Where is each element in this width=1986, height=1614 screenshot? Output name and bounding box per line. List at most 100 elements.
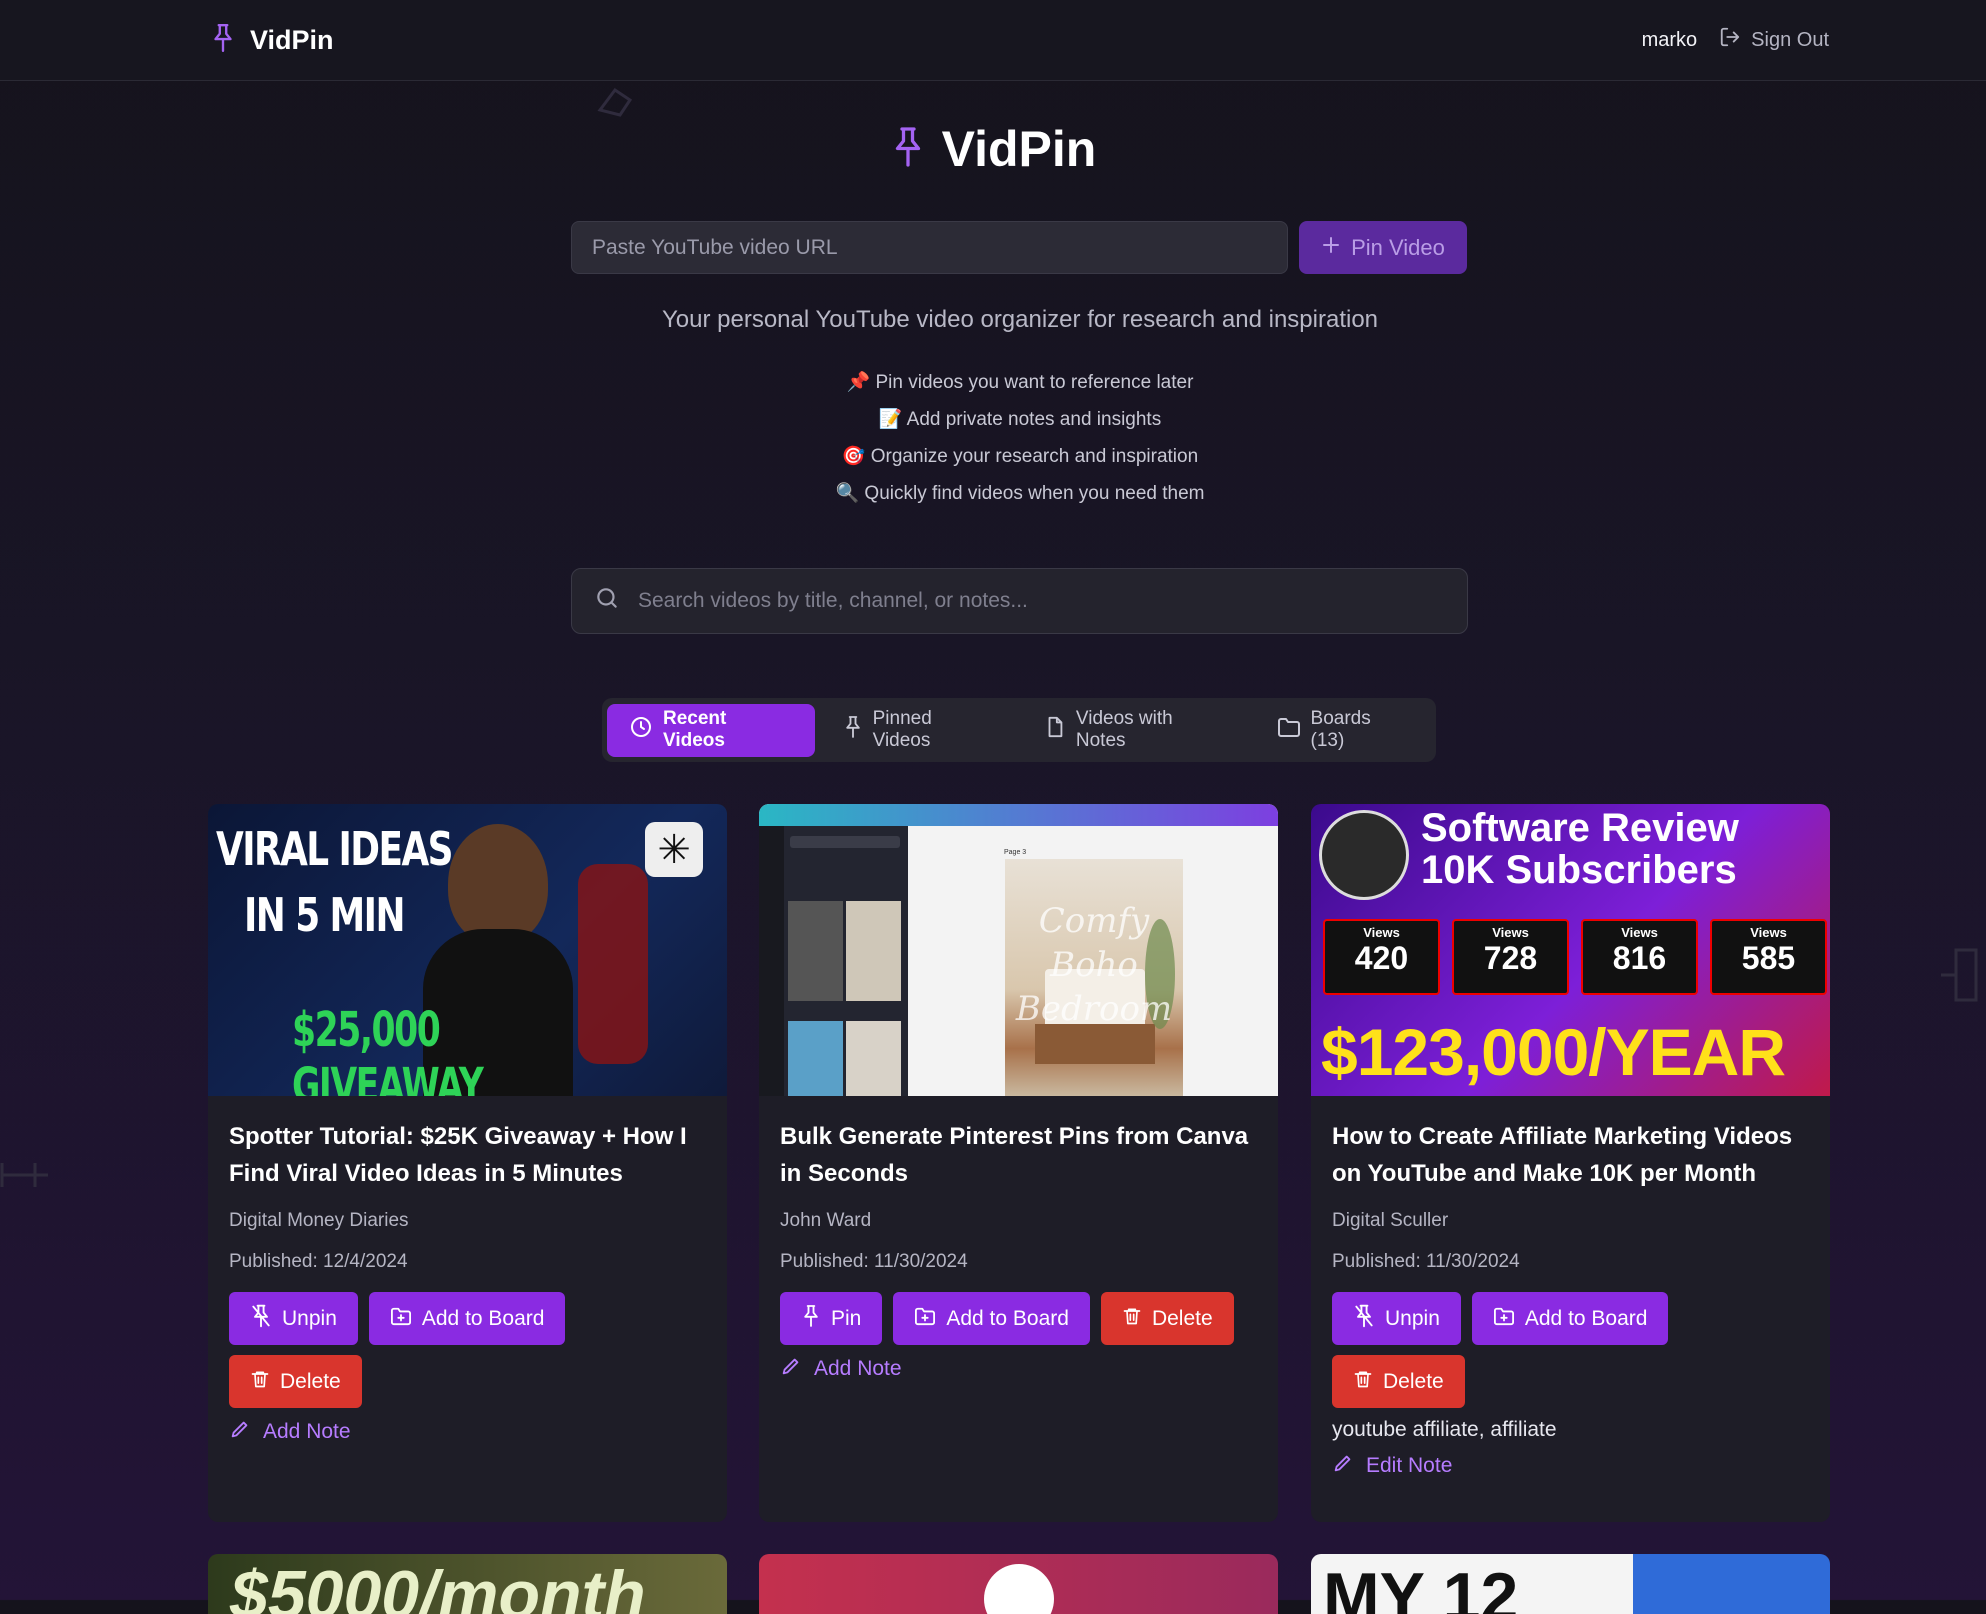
add-note-button[interactable]: Add Note: [780, 1355, 1257, 1383]
pinterest-logo-icon: [984, 1564, 1054, 1614]
brand-logo[interactable]: VidPin: [210, 23, 334, 58]
add-to-board-label: Add to Board: [421, 1306, 545, 1330]
video-url-input[interactable]: Paste YouTube video URL: [571, 221, 1288, 274]
canva-page: Comfy Boho Bedroom: [1005, 859, 1183, 1096]
video-card-partial[interactable]: MY 12: [1311, 1554, 1830, 1614]
add-to-board-button[interactable]: Add to Board: [893, 1292, 1090, 1345]
user-area: marko Sign Out: [1642, 26, 1829, 54]
feature-item: 📌 Pin videos you want to reference later: [846, 372, 1194, 393]
add-to-board-label: Add to Board: [946, 1306, 1069, 1330]
search-input[interactable]: Search videos by title, channel, or note…: [571, 568, 1468, 634]
channel-avatar: [1319, 810, 1409, 900]
video-thumbnail[interactable]: Page 3 Comfy Boho Bedroom: [759, 804, 1278, 1096]
feature-item: 🔍 Quickly find videos when you need them: [835, 483, 1205, 504]
unpin-button[interactable]: Unpin: [1332, 1292, 1461, 1345]
thumbnail-text: VIRAL IDEAS: [216, 822, 454, 876]
video-card-partial[interactable]: $5000/month: [208, 1554, 727, 1614]
hero-brand: VidPin: [0, 120, 1986, 178]
video-card: Software Review 10K Subscribers Views 42…: [1311, 804, 1830, 1522]
edit-note-button[interactable]: Edit Note: [1332, 1452, 1809, 1480]
delete-button[interactable]: Delete: [1100, 1292, 1234, 1345]
unpin-button[interactable]: Unpin: [229, 1292, 358, 1345]
thumbnail-text: $123,000/YEAR: [1321, 1015, 1786, 1089]
video-card: Page 3 Comfy Boho Bedroom Bulk Generate …: [759, 804, 1278, 1522]
channel-name: Digital Sculler: [1332, 1210, 1449, 1231]
video-title[interactable]: How to Create Affiliate Marketing Videos…: [1332, 1118, 1809, 1192]
thumbnail-text: 10K Subscribers: [1421, 848, 1737, 892]
canva-script-text: Comfy Boho Bedroom: [1015, 901, 1173, 1029]
pin-off-icon: [250, 1304, 272, 1334]
spotter-logo-icon: ✳: [645, 822, 703, 877]
tab-label: Boards (13): [1310, 708, 1371, 751]
tab-label: Recent Videos: [663, 708, 727, 751]
thumbnail-text: IN 5 MIN: [244, 888, 405, 942]
unpin-label: Unpin: [282, 1306, 337, 1330]
background-pin-icon: [0, 1155, 50, 1200]
pin-off-icon: [1353, 1304, 1375, 1334]
tab-label: Pinned Videos: [872, 708, 932, 751]
sign-out-button[interactable]: Sign Out: [1719, 26, 1829, 54]
canva-sidebar: [759, 826, 784, 1096]
thumbnail-text: $5000/month: [230, 1557, 646, 1614]
tab-videos-with-notes[interactable]: Videos with Notes: [1022, 704, 1249, 757]
sign-out-icon: [1719, 26, 1741, 54]
views-box: Views 728: [1452, 919, 1569, 995]
pin-icon: [801, 1304, 821, 1334]
add-to-board-button[interactable]: Add to Board: [368, 1292, 566, 1345]
video-card-partial[interactable]: [759, 1554, 1278, 1614]
tab-boards[interactable]: Boards (13): [1255, 704, 1431, 757]
views-value: 728: [1483, 940, 1538, 976]
background-pin-icon: [590, 80, 640, 125]
add-note-label: Add Note: [814, 1357, 902, 1380]
unpin-label: Unpin: [1385, 1306, 1440, 1330]
video-thumbnail[interactable]: VIRAL IDEAS IN 5 MIN $25,000 GIVEAWAY ✳: [208, 804, 727, 1096]
canva-page-label: Page 3: [1004, 849, 1027, 856]
views-label: Views: [1363, 925, 1400, 940]
pin-button[interactable]: Pin: [780, 1292, 883, 1345]
file-icon: [1044, 715, 1066, 745]
add-to-board-label: Add to Board: [1524, 1306, 1648, 1330]
pin-url-form: Paste YouTube video URL Pin Video: [571, 221, 1467, 274]
canva-topbar: [759, 804, 1278, 826]
feature-item: 🎯 Organize your research and inspiration: [841, 446, 1199, 467]
video-note: youtube affiliate, affiliate: [1332, 1418, 1557, 1441]
plus-icon: [1321, 235, 1341, 261]
background-pin-icon: [1936, 940, 1986, 1025]
tab-pinned-videos[interactable]: Pinned Videos: [821, 704, 1016, 757]
views-value: 420: [1354, 940, 1409, 976]
video-title[interactable]: Bulk Generate Pinterest Pins from Canva …: [780, 1118, 1257, 1192]
published-date: Published: 11/30/2024: [1332, 1251, 1520, 1272]
views-boxes: Views 420 Views 728 Views 816 Views 585: [1323, 919, 1827, 995]
canva-panel: [784, 826, 908, 1096]
pin-video-button[interactable]: Pin Video: [1299, 221, 1467, 274]
tab-label: Videos with Notes: [1075, 708, 1173, 751]
brand-name: VidPin: [250, 24, 334, 55]
add-note-button[interactable]: Add Note: [229, 1418, 706, 1446]
delete-label: Delete: [1383, 1369, 1444, 1393]
published-date: Published: 11/30/2024: [780, 1251, 968, 1272]
delete-button[interactable]: Delete: [1332, 1355, 1465, 1408]
username-label: marko: [1641, 28, 1698, 51]
hero-title: VidPin: [941, 121, 1097, 177]
folder-plus-icon: [1493, 1306, 1515, 1332]
channel-name: John Ward: [780, 1210, 872, 1231]
views-label: Views: [1750, 925, 1787, 940]
video-card: VIRAL IDEAS IN 5 MIN $25,000 GIVEAWAY ✳ …: [208, 804, 727, 1522]
add-to-board-button[interactable]: Add to Board: [1471, 1292, 1669, 1345]
pencil-icon: [229, 1418, 251, 1446]
trash-icon: [250, 1368, 270, 1396]
views-value: 585: [1741, 940, 1796, 976]
tab-recent-videos[interactable]: Recent Videos: [607, 703, 815, 757]
thumbnail-text: MY 12: [1323, 1559, 1519, 1614]
feature-list: 📌 Pin videos you want to reference later…: [0, 364, 1986, 512]
search-placeholder: Search videos by title, channel, or note…: [638, 589, 1028, 612]
channel-name: Digital Money Diaries: [229, 1210, 409, 1231]
top-navbar: VidPin marko Sign Out: [0, 0, 1986, 81]
delete-label: Delete: [280, 1369, 341, 1393]
delete-button[interactable]: Delete: [229, 1355, 362, 1408]
pencil-icon: [1332, 1452, 1354, 1480]
video-title[interactable]: Spotter Tutorial: $25K Giveaway + How I …: [229, 1118, 706, 1192]
views-label: Views: [1621, 925, 1658, 940]
video-thumbnail[interactable]: Software Review 10K Subscribers Views 42…: [1311, 804, 1830, 1096]
pin-video-label: Pin Video: [1351, 234, 1445, 260]
